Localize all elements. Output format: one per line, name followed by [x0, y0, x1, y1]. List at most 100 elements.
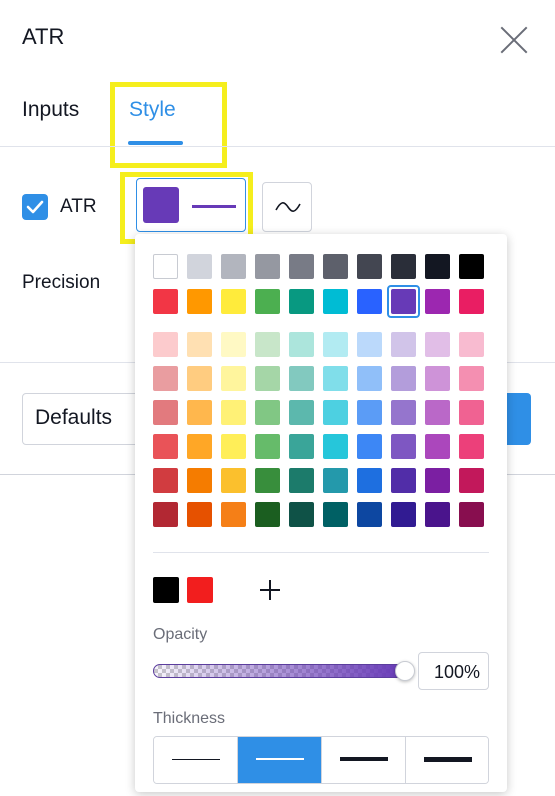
color-cell-shade-2-2[interactable] [221, 400, 246, 425]
add-custom-color-icon[interactable] [257, 577, 283, 603]
color-cell-shade-1-6[interactable] [357, 366, 382, 391]
color-cell-main-0[interactable] [153, 289, 178, 314]
line-style-button[interactable] [262, 182, 312, 232]
color-cell-shade-2-0[interactable] [153, 400, 178, 425]
color-cell-gray-2[interactable] [221, 254, 246, 279]
opacity-label: Opacity [153, 626, 208, 643]
color-cell-main-5[interactable] [323, 289, 348, 314]
color-cell-shade-5-1[interactable] [187, 502, 212, 527]
color-cell-shade-5-8[interactable] [425, 502, 450, 527]
color-cell-shade-4-8[interactable] [425, 468, 450, 493]
color-cell-shade-5-7[interactable] [391, 502, 416, 527]
color-cell-shade-0-5[interactable] [323, 332, 348, 357]
color-cell-shade-5-4[interactable] [289, 502, 314, 527]
color-cell-shade-1-1[interactable] [187, 366, 212, 391]
color-cell-shade-2-3[interactable] [255, 400, 280, 425]
color-cell-main-2[interactable] [221, 289, 246, 314]
color-cell-shade-2-9[interactable] [459, 400, 484, 425]
color-cell-shade-2-1[interactable] [187, 400, 212, 425]
color-cell-shade-3-1[interactable] [187, 434, 212, 459]
color-cell-shade-3-9[interactable] [459, 434, 484, 459]
color-cell-shade-3-5[interactable] [323, 434, 348, 459]
color-cell-shade-4-5[interactable] [323, 468, 348, 493]
opacity-slider-fill [154, 665, 404, 677]
dialog-title: ATR [22, 24, 65, 49]
color-cell-gray-3[interactable] [255, 254, 280, 279]
color-cell-shade-1-8[interactable] [425, 366, 450, 391]
color-cell-shade-4-3[interactable] [255, 468, 280, 493]
color-cell-main-3[interactable] [255, 289, 280, 314]
atr-plot-checkbox[interactable] [22, 194, 48, 220]
color-cell-shade-5-3[interactable] [255, 502, 280, 527]
color-cell-shade-0-4[interactable] [289, 332, 314, 357]
color-cell-gray-6[interactable] [357, 254, 382, 279]
color-cell-gray-1[interactable] [187, 254, 212, 279]
opacity-slider[interactable] [153, 664, 405, 678]
color-cell-shade-1-3[interactable] [255, 366, 280, 391]
color-cell-shade-0-6[interactable] [357, 332, 382, 357]
color-cell-shade-5-2[interactable] [221, 502, 246, 527]
tab-inputs[interactable]: Inputs [22, 98, 79, 122]
color-cell-shade-0-7[interactable] [391, 332, 416, 357]
color-cell-gray-5[interactable] [323, 254, 348, 279]
color-cell-shade-3-2[interactable] [221, 434, 246, 459]
color-cell-shade-3-3[interactable] [255, 434, 280, 459]
color-cell-shade-0-3[interactable] [255, 332, 280, 357]
opacity-slider-handle[interactable] [395, 661, 415, 681]
color-cell-shade-1-2[interactable] [221, 366, 246, 391]
color-cell-shade-2-5[interactable] [323, 400, 348, 425]
color-cell-shade-1-0[interactable] [153, 366, 178, 391]
color-cell-shade-5-0[interactable] [153, 502, 178, 527]
opacity-input[interactable]: 100% [418, 652, 489, 690]
color-cell-gray-8[interactable] [425, 254, 450, 279]
color-cell-shade-0-0[interactable] [153, 332, 178, 357]
color-cell-shade-0-8[interactable] [425, 332, 450, 357]
atr-plot-label: ATR [60, 196, 97, 217]
color-cell-shade-3-7[interactable] [391, 434, 416, 459]
color-cell-gray-9[interactable] [459, 254, 484, 279]
color-cell-shade-3-6[interactable] [357, 434, 382, 459]
color-cell-shade-1-7[interactable] [391, 366, 416, 391]
color-cell-shade-0-2[interactable] [221, 332, 246, 357]
color-cell-shade-3-8[interactable] [425, 434, 450, 459]
thickness-selector [153, 736, 489, 784]
color-cell-main-8[interactable] [425, 289, 450, 314]
color-cell-gray-0[interactable] [153, 254, 178, 279]
thickness-option-2[interactable] [238, 737, 322, 783]
color-cell-shade-3-4[interactable] [289, 434, 314, 459]
custom-color-swatch[interactable] [153, 577, 179, 603]
color-cell-shade-1-5[interactable] [323, 366, 348, 391]
color-cell-main-6[interactable] [357, 289, 382, 314]
color-cell-gray-4[interactable] [289, 254, 314, 279]
color-cell-main-7[interactable] [391, 289, 416, 314]
color-cell-shade-5-5[interactable] [323, 502, 348, 527]
color-cell-shade-4-9[interactable] [459, 468, 484, 493]
color-cell-main-4[interactable] [289, 289, 314, 314]
color-cell-shade-2-4[interactable] [289, 400, 314, 425]
thickness-option-1[interactable] [154, 737, 238, 783]
precision-label: Precision [22, 272, 101, 293]
color-cell-shade-4-0[interactable] [153, 468, 178, 493]
color-cell-shade-4-2[interactable] [221, 468, 246, 493]
color-cell-main-9[interactable] [459, 289, 484, 314]
color-cell-shade-0-1[interactable] [187, 332, 212, 357]
color-cell-shade-5-6[interactable] [357, 502, 382, 527]
color-cell-shade-4-7[interactable] [391, 468, 416, 493]
color-cell-shade-4-4[interactable] [289, 468, 314, 493]
color-cell-shade-3-0[interactable] [153, 434, 178, 459]
custom-color-swatch[interactable] [187, 577, 213, 603]
color-cell-main-1[interactable] [187, 289, 212, 314]
color-cell-shade-0-9[interactable] [459, 332, 484, 357]
close-icon[interactable] [496, 22, 532, 58]
color-cell-shade-4-1[interactable] [187, 468, 212, 493]
color-cell-shade-2-6[interactable] [357, 400, 382, 425]
thickness-option-3[interactable] [322, 737, 406, 783]
color-cell-shade-2-7[interactable] [391, 400, 416, 425]
thickness-option-4[interactable] [406, 737, 488, 783]
color-cell-gray-7[interactable] [391, 254, 416, 279]
color-cell-shade-4-6[interactable] [357, 468, 382, 493]
color-cell-shade-1-9[interactable] [459, 366, 484, 391]
color-cell-shade-1-4[interactable] [289, 366, 314, 391]
color-cell-shade-5-9[interactable] [459, 502, 484, 527]
color-cell-shade-2-8[interactable] [425, 400, 450, 425]
